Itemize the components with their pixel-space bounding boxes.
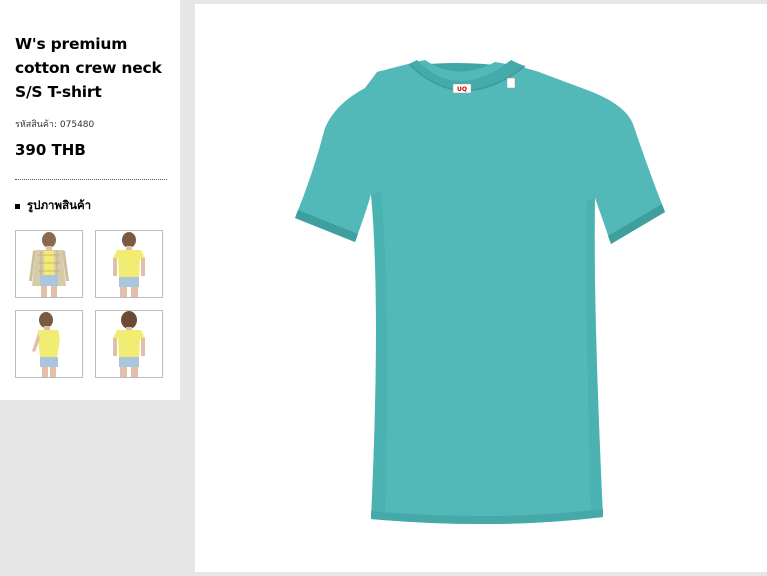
square-bullet-icon	[15, 203, 20, 209]
model-plaid-shirt-yellow-tee-icon	[16, 231, 82, 297]
product-title: W's premium cotton crew neck S/S T-shirt	[15, 35, 162, 101]
gallery-thumbnail-1[interactable]	[15, 230, 83, 298]
product-image-panel: UQ	[195, 4, 767, 572]
product-code-row: รหัสสินค้า: 075480	[15, 117, 94, 131]
product-code-label: รหัสสินค้า:	[15, 120, 58, 130]
divider	[15, 179, 167, 180]
model-yellow-tee-front-icon	[96, 231, 162, 297]
model-yellow-tee-back-icon	[96, 311, 162, 377]
gallery-thumbnail-3[interactable]	[15, 310, 83, 378]
product-price: 390 THB	[15, 141, 86, 159]
gallery-thumbnail-4[interactable]	[95, 310, 163, 378]
product-code-value: 075480	[59, 120, 95, 130]
brand-label: UQ	[457, 86, 467, 93]
model-yellow-tee-side-icon	[16, 311, 82, 377]
gallery-heading-label: รูปภาพสินค้า	[27, 198, 92, 212]
gallery-heading: รูปภาพสินค้า	[15, 197, 91, 215]
gallery-thumbnail-2[interactable]	[95, 230, 163, 298]
teal-crew-neck-tshirt-icon: UQ	[295, 60, 665, 525]
product-info-panel: W's premium cotton crew neck S/S T-shirt…	[0, 0, 180, 400]
